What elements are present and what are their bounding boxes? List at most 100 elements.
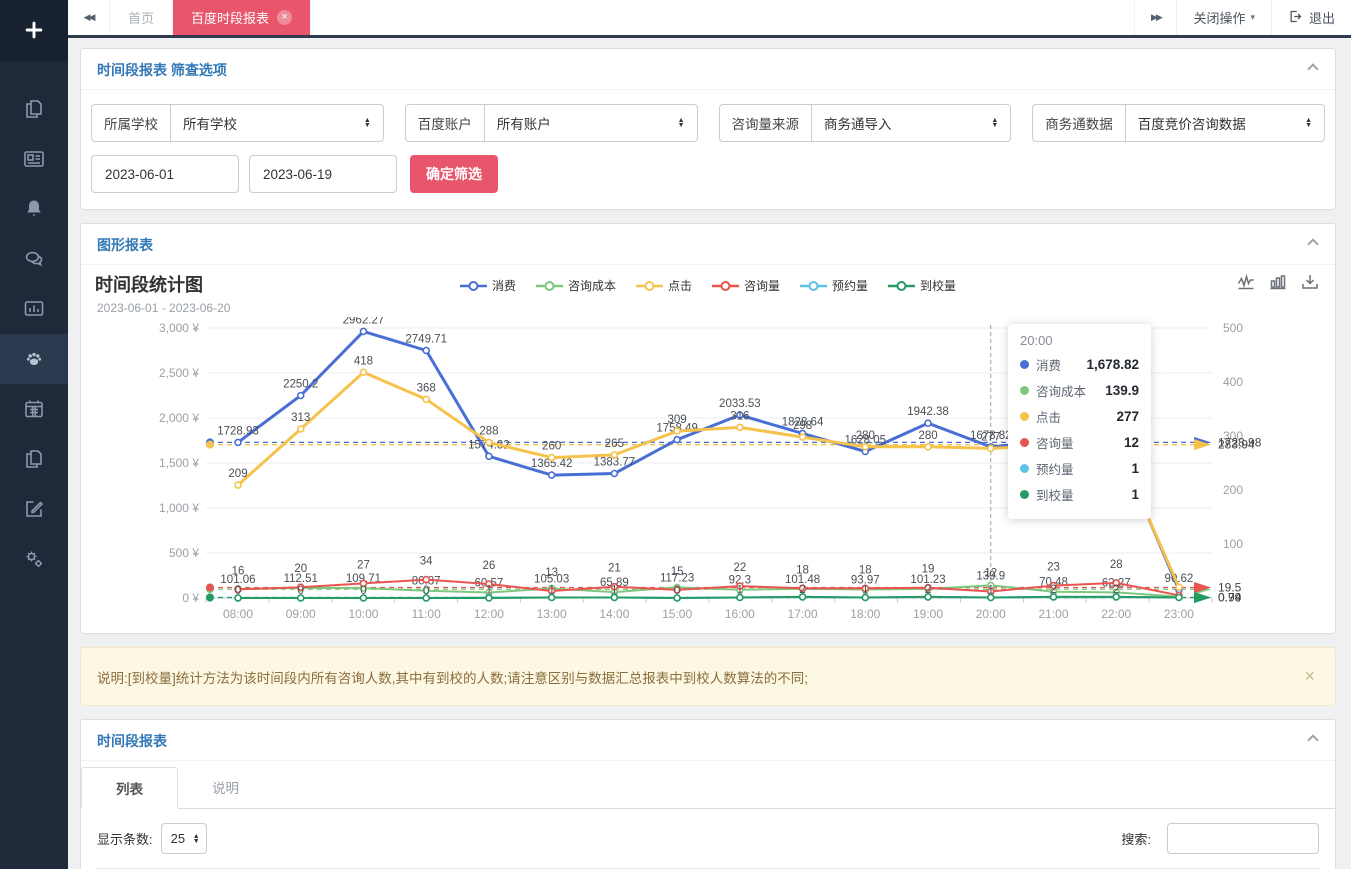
svg-text:23:00: 23:00 <box>1164 607 1194 621</box>
documents-icon <box>22 97 46 121</box>
svg-text:12:00: 12:00 <box>474 607 504 621</box>
sidebar-item-edit[interactable] <box>0 484 68 534</box>
chart-area[interactable]: 0 ¥500 ¥1,000 ¥1,500 ¥2,000 ¥2,500 ¥3,00… <box>81 317 1337 629</box>
svg-text:400: 400 <box>1223 375 1243 389</box>
svg-text:19: 19 <box>922 564 935 576</box>
svg-text:316: 316 <box>730 410 749 422</box>
date-from-input[interactable]: 2023-06-01 <box>91 155 239 193</box>
tab-home[interactable]: 首页 <box>110 0 173 35</box>
scroll-tabs-left-button[interactable]: ◀◀ <box>68 0 110 35</box>
gears-icon <box>22 547 46 571</box>
svg-text:22: 22 <box>733 562 746 574</box>
sidebar-item-paw[interactable] <box>0 334 68 384</box>
select-arrows-icon: ▲▼ <box>678 118 685 128</box>
paw-icon <box>22 347 46 371</box>
svg-text:280: 280 <box>918 430 937 442</box>
svg-text:90.62: 90.62 <box>1165 573 1194 585</box>
svg-text:20: 20 <box>294 563 307 575</box>
tab-bar: ◀◀ 首页 百度时段报表 × ▶▶ 关闭操作 ▾ 退出 <box>68 0 1351 38</box>
sidebar <box>0 0 68 869</box>
sidebar-item-analytics[interactable] <box>0 284 68 334</box>
svg-text:260: 260 <box>542 441 561 453</box>
select-arrows-icon: ▲▼ <box>1305 118 1312 128</box>
series-dot-icon <box>1020 412 1029 421</box>
svg-text:2,500 ¥: 2,500 ¥ <box>159 366 199 380</box>
svg-text:18:00: 18:00 <box>850 607 880 621</box>
tab-list[interactable]: 列表 <box>81 767 178 809</box>
legend-item-到校量[interactable]: 到校量 <box>888 277 956 294</box>
svg-text:2033.53: 2033.53 <box>719 398 761 410</box>
legend-item-点击[interactable]: 点击 <box>636 277 692 294</box>
svg-text:368: 368 <box>417 382 436 394</box>
search-input[interactable] <box>1167 823 1319 854</box>
scroll-tabs-right-button[interactable]: ▶▶ <box>1134 0 1176 35</box>
svg-text:298: 298 <box>793 420 812 432</box>
tooltip-row: 点击277 <box>1020 407 1139 426</box>
tab-baidu-time-report[interactable]: 百度时段报表 × <box>173 0 311 35</box>
table-panel-header: 时间段报表 <box>81 720 1335 761</box>
tab-close-icon[interactable]: × <box>277 10 292 25</box>
tooltip-row: 咨询成本139.9 <box>1020 381 1139 400</box>
bar-chart-toggle-icon[interactable] <box>1269 273 1287 294</box>
close-icon[interactable]: × <box>1300 666 1319 687</box>
chat-bubbles-icon <box>22 247 46 271</box>
line-chart-toggle-icon[interactable] <box>1237 273 1255 294</box>
swt-data-select[interactable]: 百度竞价咨询数据▲▼ <box>1125 104 1325 142</box>
chart-tooltip: 20:00 消费1,678.82咨询成本139.9点击277咨询量12预约量1到… <box>1008 324 1151 519</box>
filter-panel: 时间段报表 筛查选项 所属学校 所有学校▲▼ 百度账户 所有账户▲▼ <box>80 48 1336 210</box>
sidebar-item-copy[interactable] <box>0 434 68 484</box>
main-area: ◀◀ 首页 百度时段报表 × ▶▶ 关闭操作 ▾ 退出 时间段报表 筛查选项 <box>68 0 1351 869</box>
search-wrap: 搜索: <box>1121 823 1319 854</box>
logout-button[interactable]: 退出 <box>1271 0 1351 35</box>
svg-text:200: 200 <box>1223 483 1243 497</box>
svg-text:1728.93: 1728.93 <box>217 425 259 437</box>
svg-text:15:00: 15:00 <box>662 607 692 621</box>
chart-legend: 消费 咨询成本 点击 咨询量 预约量 到校量 <box>450 277 966 294</box>
legend-item-咨询成本[interactable]: 咨询成本 <box>536 277 616 294</box>
svg-text:18: 18 <box>796 564 809 576</box>
svg-text:16: 16 <box>232 565 245 577</box>
table-panel: 时间段报表 列表 说明 显示条数: 25▲▼ 搜索: <box>80 719 1336 869</box>
svg-text:277: 277 <box>981 431 1000 443</box>
date-to-input[interactable]: 2023-06-19 <box>249 155 397 193</box>
close-operations-dropdown[interactable]: 关闭操作 ▾ <box>1176 0 1271 35</box>
app: ◀◀ 首页 百度时段报表 × ▶▶ 关闭操作 ▾ 退出 时间段报表 筛查选项 <box>0 0 1351 869</box>
svg-text:265: 265 <box>605 438 624 450</box>
school-select[interactable]: 所有学校▲▼ <box>170 104 384 142</box>
tooltip-row: 消费1,678.82 <box>1020 355 1139 374</box>
chart-toolbox <box>1223 273 1319 294</box>
tab-description[interactable]: 说明 <box>178 767 273 808</box>
svg-text:418: 418 <box>354 355 373 367</box>
svg-text:1,500 ¥: 1,500 ¥ <box>159 456 199 470</box>
series-dot-icon <box>1020 438 1029 447</box>
download-icon[interactable] <box>1301 273 1319 294</box>
svg-text:0 ¥: 0 ¥ <box>182 591 199 605</box>
legend-item-消费[interactable]: 消费 <box>460 277 516 294</box>
news-card-icon <box>22 147 46 171</box>
svg-text:18: 18 <box>859 564 872 576</box>
sidebar-item-add[interactable] <box>0 0 68 62</box>
legend-item-预约量[interactable]: 预约量 <box>800 277 868 294</box>
legend-item-咨询量[interactable]: 咨询量 <box>712 277 780 294</box>
page-size-select[interactable]: 25▲▼ <box>161 823 207 854</box>
sidebar-item-chat[interactable] <box>0 234 68 284</box>
filter-group-school: 所属学校 所有学校▲▼ <box>91 104 384 142</box>
table-panel-title: 时间段报表 <box>97 733 167 749</box>
sidebar-item-documents[interactable] <box>0 84 68 134</box>
filter-body: 所属学校 所有学校▲▼ 百度账户 所有账户▲▼ 咨询量来源 商务通导入▲▼ <box>81 90 1335 209</box>
svg-text:21:00: 21:00 <box>1038 607 1068 621</box>
inquiry-source-select[interactable]: 商务通导入▲▼ <box>811 104 1011 142</box>
bar-chart-icon <box>22 297 46 321</box>
filter-panel-header: 时间段报表 筛查选项 <box>81 49 1335 90</box>
sidebar-item-calendar[interactable] <box>0 384 68 434</box>
notice-text: 说明:[到校量]统计方法为该时间段内所有咨询人数,其中有到校的人数;请注意区别与… <box>97 667 808 687</box>
sidebar-item-settings[interactable] <box>0 534 68 584</box>
svg-text:12: 12 <box>984 568 997 580</box>
baidu-account-select[interactable]: 所有账户▲▼ <box>484 104 698 142</box>
confirm-filter-button[interactable]: 确定筛选 <box>410 155 498 193</box>
tooltip-row: 咨询量12 <box>1020 433 1139 452</box>
sidebar-item-news-card[interactable] <box>0 134 68 184</box>
sidebar-item-notifications[interactable] <box>0 184 68 234</box>
svg-text:28: 28 <box>1110 559 1123 571</box>
svg-text:17:00: 17:00 <box>788 607 818 621</box>
